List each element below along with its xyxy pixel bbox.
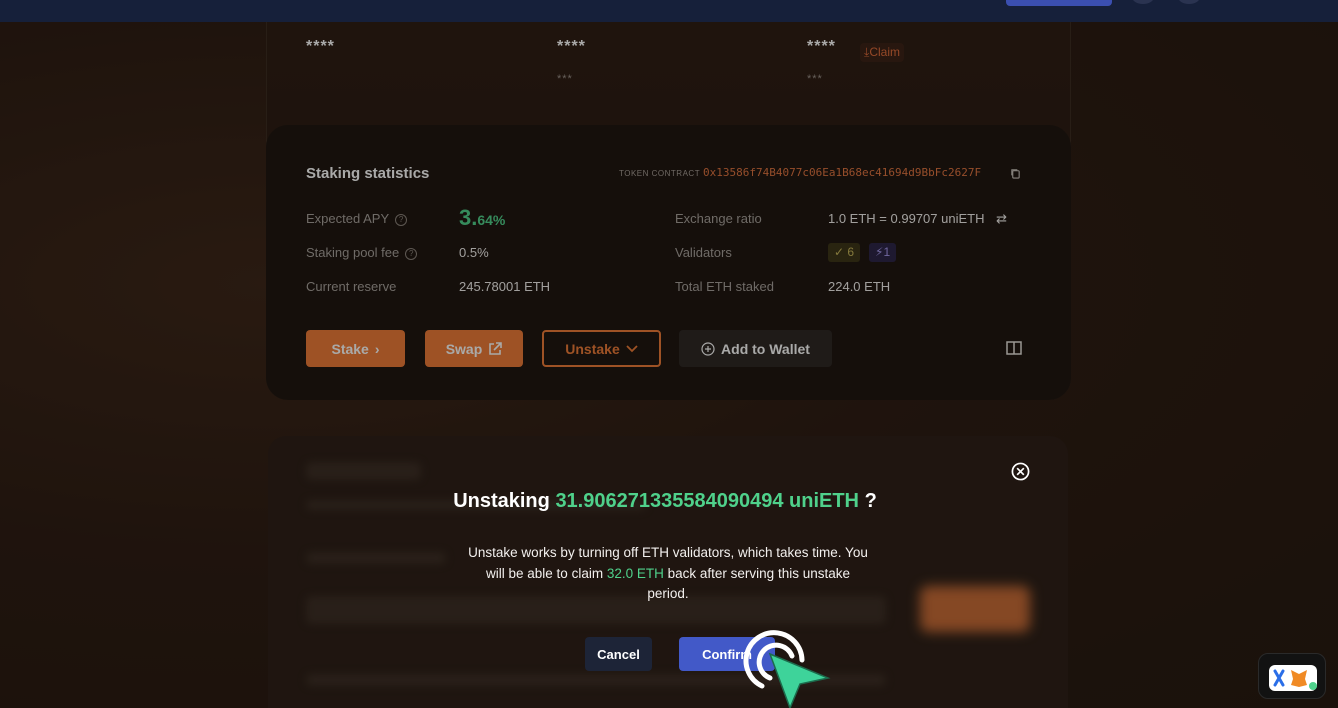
modal-description: Unstake works by turning off ETH validat…: [468, 543, 868, 605]
wallet-extension-widget[interactable]: [1258, 653, 1326, 699]
metamask-icon: [1273, 669, 1317, 690]
wallet-icons: [1269, 665, 1317, 691]
modal-title: Unstaking 31.906271335584090494 uniETH ?: [0, 490, 1330, 513]
click-cursor-icon: [743, 630, 831, 708]
modal-title-suffix: ?: [864, 490, 877, 512]
modal-text-2: back after serving this unstake period.: [647, 565, 850, 602]
cancel-button[interactable]: Cancel: [585, 637, 652, 671]
connect-button[interactable]: [1006, 0, 1112, 6]
close-icon[interactable]: [1011, 462, 1030, 481]
modal-claim-amount: 32.0 ETH: [606, 565, 664, 581]
modal-title-prefix: Unstaking: [453, 490, 550, 512]
nav-avatar-icon[interactable]: [1132, 0, 1154, 4]
top-nav-bar: [0, 0, 1338, 22]
modal-title-amount: 31.906271335584090494 uniETH: [555, 490, 860, 512]
nav-menu-icon[interactable]: [1178, 0, 1200, 4]
modal-backdrop[interactable]: [0, 22, 1338, 708]
